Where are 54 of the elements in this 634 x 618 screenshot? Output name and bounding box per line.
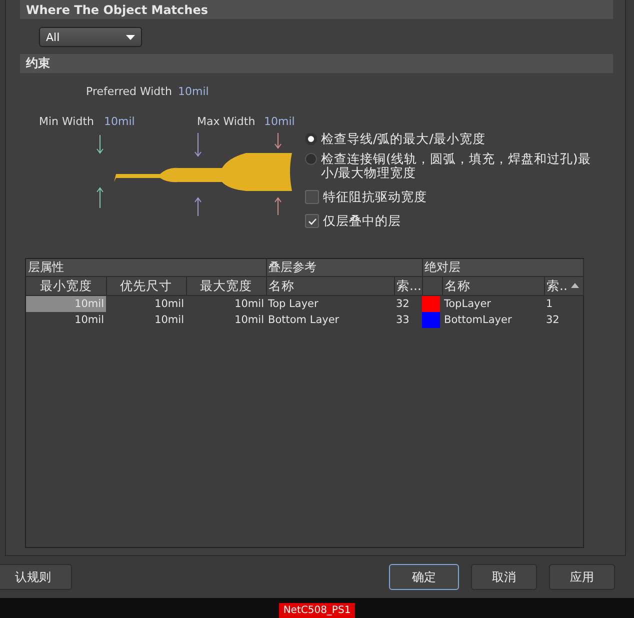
arrow — [194, 197, 202, 216]
column-header[interactable]: 优先尺寸 — [106, 276, 186, 296]
arrow — [274, 197, 282, 216]
preferred-width-label: Preferred Width — [86, 85, 172, 98]
table-cell[interactable]: 10mil — [186, 312, 266, 328]
dialog-button[interactable]: 应用 — [549, 564, 615, 590]
table-cell: 32 — [394, 296, 422, 312]
table-cell[interactable]: 10mil — [106, 296, 186, 312]
option-label: 仅层叠中的层 — [323, 214, 401, 228]
dropdown[interactable]: All — [39, 27, 142, 47]
checkbox[interactable] — [305, 214, 319, 228]
option-label: 检查连接铜(线轨，圆弧，填充，焊盘和过孔)最小/最大物理宽度 — [321, 152, 592, 180]
table-cell: Top Layer — [266, 296, 394, 312]
radio-button[interactable] — [305, 153, 317, 165]
radio-button[interactable] — [305, 133, 317, 145]
caret-icon — [126, 34, 135, 40]
checkbox[interactable] — [305, 190, 319, 204]
arrow — [96, 187, 104, 208]
preferred-width-value: 10mil — [178, 85, 209, 98]
min-width-value: 10mil — [104, 115, 135, 128]
dialog-button[interactable]: 确定 — [389, 564, 459, 590]
column-header[interactable]: 名称 — [442, 276, 544, 296]
min-width-label: Min Width — [39, 115, 94, 128]
table-cell-text: 32 — [545, 313, 560, 328]
group-header: 叠层参考 — [266, 259, 422, 276]
arrow — [96, 134, 104, 154]
option-label: 特征阻抗驱动宽度 — [323, 190, 427, 204]
group-header: 绝对层 — [422, 259, 584, 276]
option-label: 检查导线/弧的最大/最小宽度 — [321, 132, 486, 146]
arrow — [194, 133, 202, 157]
table-cell[interactable]: 10mil — [186, 296, 266, 312]
section-title: 约束 — [26, 55, 50, 72]
dialog-button[interactable]: 取消 — [471, 564, 537, 590]
column-header[interactable]: 名称 — [266, 276, 394, 296]
check-icon — [308, 218, 316, 224]
sort-icon — [570, 283, 579, 288]
table-cell[interactable]: 10mil — [26, 312, 106, 328]
table-cell: 1 — [544, 296, 584, 312]
table-cell[interactable]: 10mil — [106, 312, 186, 328]
table-cell-text: Bottom Layer — [267, 313, 340, 328]
max-width-label: Max Width — [197, 115, 256, 128]
dialog-button[interactable]: 认规则 — [0, 564, 72, 590]
table-cell: 33 — [394, 312, 422, 328]
group-header: 层属性 — [26, 259, 266, 276]
column-header[interactable]: 索... — [394, 276, 422, 296]
max-width-value: 10mil — [264, 115, 295, 128]
column-header[interactable]: 最小宽度 — [26, 276, 106, 296]
arrow — [274, 133, 282, 149]
table-cell: TopLayer — [442, 296, 544, 312]
net-label: NetC508_PS1 — [279, 603, 355, 618]
section-title: Where The Object Matches — [26, 2, 208, 16]
column-header[interactable]: 索.. — [544, 276, 584, 296]
table-cell-text: BottomLayer — [443, 313, 513, 328]
column-header[interactable]: 最大宽度 — [186, 276, 266, 296]
